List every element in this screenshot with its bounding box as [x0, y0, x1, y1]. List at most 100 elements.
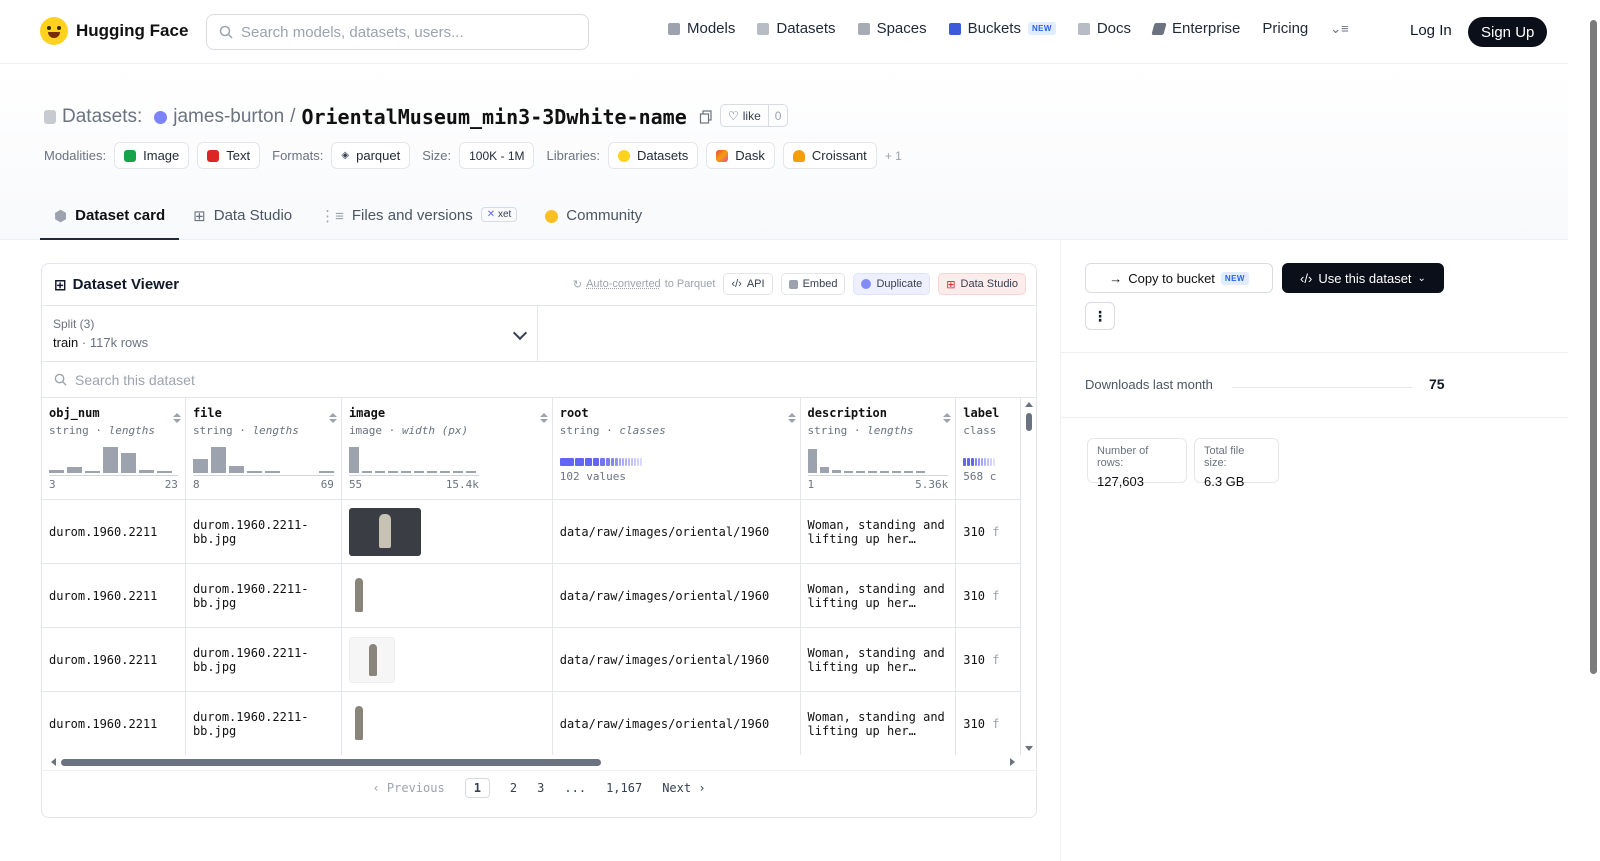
cell-obj-num[interactable]: durom.1960.2211 — [42, 691, 186, 755]
global-search-input[interactable]: Search models, datasets, users... — [206, 14, 589, 50]
sort-icon[interactable] — [943, 409, 949, 427]
cell-root[interactable]: data/raw/images/oriental/1960 — [552, 563, 801, 628]
modality-text-chip[interactable]: Text — [197, 142, 261, 169]
size-chip[interactable]: 100K - 1M — [459, 142, 535, 169]
column-type: image — [348, 424, 383, 437]
api-button[interactable]: ‹/› API — [723, 273, 773, 295]
cell-obj-num[interactable]: durom.1960.2211 — [42, 563, 186, 628]
cell-file[interactable]: durom.1960.2211-bb.jpg — [185, 499, 342, 564]
tab-files-and-versions[interactable]: ⋮≡ Files and versions ✕ xet — [306, 200, 531, 240]
data-studio-button[interactable]: ⊞ Data Studio — [938, 273, 1026, 295]
nav-enterprise[interactable]: Enterprise — [1151, 20, 1240, 37]
cell-image[interactable] — [341, 691, 553, 755]
cell-file[interactable]: durom.1960.2211-bb.jpg — [185, 627, 342, 692]
cell-description[interactable]: Woman, standing and lifting up her… — [800, 563, 957, 628]
page-scrollbar[interactable] — [1588, 0, 1600, 861]
next-page-button[interactable]: Next › — [662, 781, 705, 795]
cell-label[interactable]: 310 f — [955, 627, 1021, 692]
duplicate-button[interactable]: Duplicate — [853, 273, 931, 295]
cell-obj-num[interactable]: durom.1960.2211 — [42, 627, 186, 692]
cell-description[interactable]: Woman, standing and lifting up her… — [800, 499, 957, 564]
image-thumbnail[interactable] — [348, 507, 421, 556]
use-this-dataset-button[interactable]: ‹/› Use this dataset ⌄ — [1282, 263, 1444, 293]
cell-file[interactable]: durom.1960.2211-bb.jpg — [185, 563, 342, 628]
nav-pricing[interactable]: Pricing — [1262, 20, 1308, 37]
cell-description[interactable]: Woman, standing and lifting up her… — [800, 691, 957, 755]
library-datasets-chip[interactable]: Datasets — [607, 142, 699, 169]
cell-root[interactable]: data/raw/images/oriental/1960 — [552, 691, 801, 755]
sort-icon[interactable] — [329, 409, 335, 427]
table-row[interactable]: durom.1960.2211 durom.1960.2211-bb.jpg d… — [42, 691, 1021, 755]
library-dask-chip[interactable]: Dask — [706, 142, 775, 169]
dataset-search-input[interactable]: Search this dataset — [42, 362, 1036, 398]
like-button[interactable]: ♡ like 0 — [720, 104, 789, 127]
image-thumbnail[interactable] — [348, 701, 369, 746]
tab-dataset-card[interactable]: ⬢ Dataset card — [40, 200, 180, 240]
cell-root[interactable]: data/raw/images/oriental/1960 — [552, 627, 801, 692]
copy-icon[interactable] — [699, 110, 713, 124]
sort-icon[interactable] — [788, 409, 794, 427]
libraries-more[interactable]: + 1 — [885, 149, 902, 163]
nav-buckets[interactable]: Buckets NEW — [948, 20, 1056, 37]
table-icon: ⊞ — [193, 208, 206, 225]
column-type: class — [963, 424, 997, 437]
nav-docs[interactable]: Docs — [1077, 20, 1131, 37]
cell-image[interactable] — [341, 563, 553, 628]
image-thumbnail[interactable] — [348, 636, 395, 683]
nav-spaces[interactable]: Spaces — [857, 20, 927, 37]
image-thumbnail[interactable] — [348, 573, 369, 618]
login-link[interactable]: Log In — [1410, 22, 1452, 39]
nav-buckets-label: Buckets — [967, 20, 1021, 37]
cell-description[interactable]: Woman, standing and lifting up her… — [800, 627, 957, 692]
table-row[interactable]: durom.1960.2211 durom.1960.2211-bb.jpg d… — [42, 499, 1021, 564]
column-header-description[interactable]: description string · lengths 1 5.36k — [800, 398, 957, 500]
more-menu-icon[interactable]: ⌄≡ — [1330, 21, 1348, 37]
nav-datasets[interactable]: Datasets — [757, 20, 836, 37]
column-header-root[interactable]: root string · classes 102 values — [552, 398, 801, 500]
auto-converted-note[interactable]: ↻ Auto-converted to Parquet — [573, 278, 716, 291]
column-type: string — [192, 424, 233, 437]
sort-icon[interactable] — [540, 409, 546, 427]
cell-label[interactable]: 310 f — [955, 563, 1021, 628]
table-vertical-scrollbar[interactable] — [1024, 398, 1034, 755]
format-chip[interactable]: ◈ parquet — [331, 142, 411, 169]
brand-logo[interactable]: Hugging Face — [40, 17, 188, 45]
embed-button[interactable]: Embed — [780, 273, 846, 295]
page-2[interactable]: 2 — [510, 781, 517, 795]
dataset-table: obj_num string · lengths 3 23 file string… — [42, 398, 1021, 755]
page-3[interactable]: 3 — [537, 781, 544, 795]
cell-image[interactable] — [341, 627, 553, 692]
cell-file[interactable]: durom.1960.2211-bb.jpg — [185, 691, 342, 755]
library-croissant-chip[interactable]: Croissant — [782, 142, 877, 169]
modality-image-chip[interactable]: Image — [114, 142, 190, 169]
cell-obj-num[interactable]: durom.1960.2211 — [42, 499, 186, 564]
cell-image[interactable] — [341, 499, 553, 564]
more-options-button[interactable]: ⋮ — [1085, 302, 1115, 330]
previous-page-button[interactable]: ‹ Previous — [372, 781, 444, 795]
owner-link[interactable]: james-burton — [173, 106, 284, 128]
tab-community[interactable]: Community — [531, 200, 656, 240]
cell-label[interactable]: 310 f — [955, 691, 1021, 755]
table-horizontal-scrollbar[interactable] — [42, 755, 1021, 769]
column-header-obj-num[interactable]: obj_num string · lengths 3 23 — [42, 398, 186, 500]
datasets-prefix[interactable]: Datasets: — [62, 106, 142, 128]
sort-icon[interactable] — [173, 409, 179, 427]
label-value: 310 — [963, 588, 985, 603]
signup-button[interactable]: Sign Up — [1468, 17, 1548, 47]
split-select[interactable]: Split (3) train · 117k rows — [42, 306, 538, 361]
repo-name[interactable]: OrientalMuseum_min3-3Dwhite-name — [301, 105, 686, 129]
copy-to-bucket-button[interactable]: → Copy to bucket NEW — [1085, 263, 1273, 293]
column-header-label[interactable]: label class 568 c — [955, 398, 1021, 500]
label-name: f — [992, 716, 1000, 731]
page-1[interactable]: 1 — [464, 777, 490, 798]
tab-data-studio[interactable]: ⊞ Data Studio — [179, 200, 306, 240]
column-header-file[interactable]: file string · lengths 8 69 — [185, 398, 342, 500]
cell-label[interactable]: 310 f — [955, 499, 1021, 564]
dataset-card-icon: ⬢ — [54, 208, 68, 225]
table-row[interactable]: durom.1960.2211 durom.1960.2211-bb.jpg d… — [42, 563, 1021, 628]
table-row[interactable]: durom.1960.2211 durom.1960.2211-bb.jpg d… — [42, 627, 1021, 692]
column-header-image[interactable]: image image · width (px) 55 15.4k — [341, 398, 553, 500]
nav-models[interactable]: Models — [668, 20, 735, 37]
cell-root[interactable]: data/raw/images/oriental/1960 — [552, 499, 801, 564]
page-last[interactable]: 1,167 — [606, 781, 642, 795]
